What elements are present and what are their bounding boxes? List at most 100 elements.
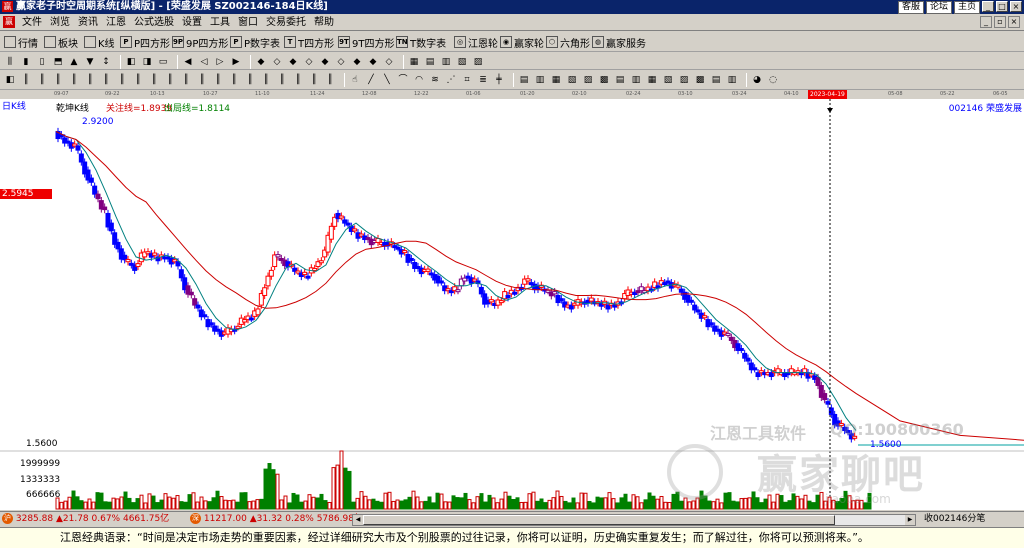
toolbar-button-7[interactable]: 9T 9T四方形 [338, 34, 394, 50]
menu-item-7[interactable]: 窗口 [234, 16, 262, 29]
draw-tool-icon-42[interactable]: ▧ [662, 74, 674, 86]
scroll-right-button[interactable]: ▶ [905, 515, 915, 525]
toolbar-button-1[interactable]: 板块 [44, 34, 78, 50]
chart-tool-icon-25[interactable]: ◇ [383, 56, 395, 68]
menu-item-1[interactable]: 浏览 [46, 16, 74, 29]
index2-group[interactable]: 深 11217.00 ▲31.32 0.28% 5786.98亿 [190, 512, 363, 527]
draw-tool-icon-27[interactable]: ≋ [429, 74, 441, 86]
chart-tool-icon-23[interactable]: ◆ [351, 56, 363, 68]
forum-link[interactable]: 论坛 [925, 1, 952, 14]
maximize-button[interactable]: □ [996, 1, 1008, 12]
draw-tool-icon-6[interactable]: ║ [100, 74, 112, 86]
menu-item-0[interactable]: 文件 [18, 16, 46, 29]
draw-tool-icon-19[interactable]: ║ [308, 74, 320, 86]
draw-tool-icon-14[interactable]: ║ [228, 74, 240, 86]
toolbar-button-12[interactable]: ◍ 赢家服务 [592, 34, 646, 50]
toolbar-button-5[interactable]: P P数字表 [230, 34, 280, 50]
customer-service-link[interactable]: 客服 [897, 1, 924, 14]
chart-tool-icon-19[interactable]: ◆ [287, 56, 299, 68]
chart-tool-icon-4[interactable]: ▲ [68, 56, 80, 68]
chart-tool-icon-14[interactable]: ▷ [214, 56, 226, 68]
toolbar-button-2[interactable]: K线 [84, 34, 115, 50]
draw-tool-icon-7[interactable]: ║ [116, 74, 128, 86]
minimize-button[interactable]: _ [982, 1, 994, 12]
menu-item-5[interactable]: 设置 [178, 16, 206, 29]
draw-tool-icon-37[interactable]: ▨ [582, 74, 594, 86]
chart-tool-icon-21[interactable]: ◆ [319, 56, 331, 68]
draw-tool-icon-2[interactable]: ║ [36, 74, 48, 86]
homepage-link[interactable]: 主页 [953, 1, 980, 14]
draw-tool-icon-39[interactable]: ▤ [614, 74, 626, 86]
draw-tool-icon-23[interactable]: ╱ [365, 74, 377, 86]
draw-tool-icon-36[interactable]: ▧ [566, 74, 578, 86]
draw-tool-icon-11[interactable]: ║ [180, 74, 192, 86]
chart-tool-icon-10[interactable]: ▭ [157, 56, 169, 68]
draw-tool-icon-4[interactable]: ║ [68, 74, 80, 86]
kline-chart[interactable]: 日K线 乾坤K线 关注线=1.8939 出局线=1.8114 002146 荣盛… [0, 99, 1024, 510]
toolbar-button-10[interactable]: ◉ 赢家轮 [500, 34, 544, 50]
draw-tool-icon-3[interactable]: ║ [52, 74, 64, 86]
chart-tool-icon-0[interactable]: ⫼ [4, 56, 16, 68]
draw-tool-icon-16[interactable]: ║ [260, 74, 272, 86]
draw-tool-icon-12[interactable]: ║ [196, 74, 208, 86]
menu-item-8[interactable]: 交易委托 [262, 16, 310, 29]
draw-tool-icon-48[interactable]: ◕ [751, 74, 763, 86]
toolbar-button-8[interactable]: TN T数字表 [396, 34, 446, 50]
menu-item-3[interactable]: 江恩 [102, 16, 130, 29]
chart-tool-icon-3[interactable]: ⬒ [52, 56, 64, 68]
draw-tool-icon-22[interactable]: ☝ [349, 74, 361, 86]
chart-tool-icon-28[interactable]: ▤ [424, 56, 436, 68]
draw-tool-icon-15[interactable]: ║ [244, 74, 256, 86]
chart-tool-icon-13[interactable]: ◁ [198, 56, 210, 68]
toolbar-button-9[interactable]: ◎ 江恩轮 [454, 34, 498, 50]
draw-tool-icon-25[interactable]: ⌒ [397, 74, 409, 86]
menu-item-4[interactable]: 公式选股 [130, 16, 178, 29]
draw-tool-icon-17[interactable]: ║ [276, 74, 288, 86]
draw-tool-icon-20[interactable]: ║ [324, 74, 336, 86]
draw-tool-icon-49[interactable]: ◌ [767, 74, 779, 86]
chart-tool-icon-9[interactable]: ◨ [141, 56, 153, 68]
draw-tool-icon-35[interactable]: ▦ [550, 74, 562, 86]
menu-item-9[interactable]: 帮助 [310, 16, 338, 29]
menu-item-2[interactable]: 资讯 [74, 16, 102, 29]
chart-tool-icon-24[interactable]: ◆ [367, 56, 379, 68]
chart-scrollbar[interactable]: ◀ ▶ [352, 514, 916, 526]
index1-group[interactable]: 沪 3285.88 ▲21.78 0.67% 4661.75亿 [2, 512, 169, 527]
toolbar-button-6[interactable]: T T四方形 [284, 34, 334, 50]
draw-tool-icon-30[interactable]: ≣ [477, 74, 489, 86]
menu-item-6[interactable]: 工具 [206, 16, 234, 29]
draw-tool-icon-40[interactable]: ▥ [630, 74, 642, 86]
draw-tool-icon-5[interactable]: ║ [84, 74, 96, 86]
draw-tool-icon-43[interactable]: ▨ [678, 74, 690, 86]
draw-tool-icon-8[interactable]: ║ [132, 74, 144, 86]
draw-tool-icon-26[interactable]: ◠ [413, 74, 425, 86]
chart-tool-icon-17[interactable]: ◆ [255, 56, 267, 68]
chart-tool-icon-8[interactable]: ◧ [125, 56, 137, 68]
mdi-minimize-button[interactable]: _ [980, 16, 992, 28]
toolbar-button-3[interactable]: P P四方形 [120, 34, 170, 50]
draw-tool-icon-28[interactable]: ⋰ [445, 74, 457, 86]
chart-tool-icon-30[interactable]: ▧ [456, 56, 468, 68]
chart-tool-icon-29[interactable]: ▥ [440, 56, 452, 68]
draw-tool-icon-29[interactable]: ⌗ [461, 74, 473, 86]
draw-tool-icon-38[interactable]: ▩ [598, 74, 610, 86]
draw-tool-icon-9[interactable]: ║ [148, 74, 160, 86]
draw-tool-icon-13[interactable]: ║ [212, 74, 224, 86]
chart-tool-icon-2[interactable]: ▯ [36, 56, 48, 68]
draw-tool-icon-1[interactable]: ║ [20, 74, 32, 86]
chart-tool-icon-18[interactable]: ◇ [271, 56, 283, 68]
chart-tool-icon-15[interactable]: ▶ [230, 56, 242, 68]
scroll-left-button[interactable]: ◀ [353, 515, 363, 525]
chart-tool-icon-22[interactable]: ◇ [335, 56, 347, 68]
draw-tool-icon-24[interactable]: ╲ [381, 74, 393, 86]
chart-tool-icon-5[interactable]: ▼ [84, 56, 96, 68]
chart-tool-icon-27[interactable]: ▦ [408, 56, 420, 68]
scroll-thumb[interactable] [363, 515, 835, 525]
draw-tool-icon-31[interactable]: ╪ [493, 74, 505, 86]
draw-tool-icon-0[interactable]: ◧ [4, 74, 16, 86]
chart-tool-icon-6[interactable]: ↕ [100, 56, 112, 68]
toolbar-button-0[interactable]: 行情 [4, 34, 38, 50]
chart-tool-icon-20[interactable]: ◇ [303, 56, 315, 68]
toolbar-button-11[interactable]: ⬡ 六角形 [546, 34, 590, 50]
draw-tool-icon-34[interactable]: ▥ [534, 74, 546, 86]
